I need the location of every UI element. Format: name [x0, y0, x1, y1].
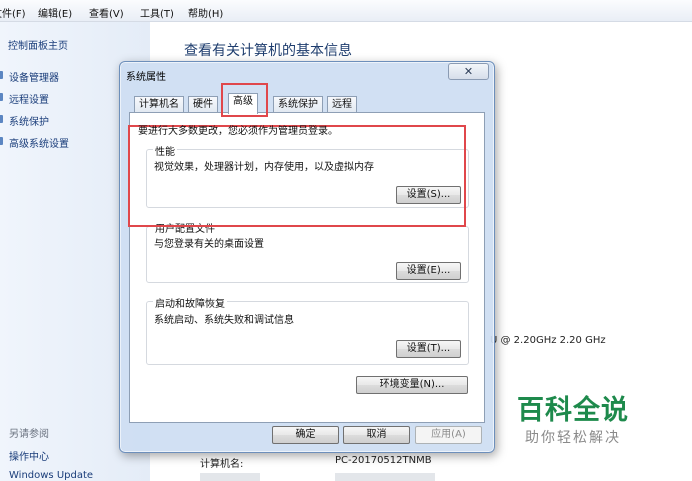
menu-tools[interactable]: 工具(T)	[140, 5, 174, 20]
startup-recovery-group: 启动和故障恢复 系统启动、系统失败和调试信息 设置(T)...	[146, 295, 469, 365]
tab-remote[interactable]: 远程	[327, 96, 357, 113]
nav-system-protection[interactable]: 系统保护	[9, 113, 49, 128]
tab-system-protection[interactable]: 系统保护	[273, 96, 323, 113]
advanced-settings-icon	[0, 137, 3, 145]
faded-row-value	[335, 473, 435, 481]
watermark-subtitle: 助你轻松解决	[525, 430, 621, 446]
page-title: 查看有关计算机的基本信息	[184, 43, 352, 59]
menu-view[interactable]: 查看(V)	[89, 5, 124, 20]
ok-button[interactable]: 确定	[272, 426, 339, 444]
startup-recovery-description: 系统启动、系统失败和调试信息	[154, 315, 294, 326]
menu-help[interactable]: 帮助(H)	[188, 5, 223, 20]
nav-windows-update[interactable]: Windows Update	[9, 470, 93, 481]
environment-variables-button[interactable]: 环境变量(N)...	[356, 376, 468, 394]
remote-settings-icon	[0, 93, 3, 101]
tab-hardware[interactable]: 硬件	[188, 96, 218, 113]
menu-bar: 文件(F) 编辑(E) 查看(V) 工具(T) 帮助(H)	[0, 0, 692, 22]
user-profiles-description: 与您登录有关的桌面设置	[154, 239, 264, 250]
apply-button[interactable]: 应用(A)	[415, 426, 482, 444]
nav-advanced-system-settings[interactable]: 高级系统设置	[9, 135, 69, 150]
nav-control-panel-home[interactable]: 控制面板主页	[8, 37, 68, 52]
device-manager-icon	[0, 71, 3, 79]
admin-note: 要进行大多数更改，您必须作为管理员登录。	[138, 126, 338, 137]
user-profiles-settings-button[interactable]: 设置(E)...	[396, 262, 461, 280]
user-profiles-legend: 用户配置文件	[153, 220, 217, 235]
see-also-heading: 另请参阅	[9, 429, 49, 440]
dialog-title: 系统属性	[126, 72, 166, 83]
user-profiles-group: 用户配置文件 与您登录有关的桌面设置 设置(E)...	[146, 220, 469, 283]
watermark-title: 百科全说	[517, 395, 629, 426]
performance-description: 视觉效果，处理器计划，内存使用，以及虚拟内存	[154, 162, 374, 173]
cancel-button[interactable]: 取消	[343, 426, 410, 444]
computer-name-value: PC-20170512TNMB	[335, 455, 432, 466]
startup-recovery-legend: 启动和故障恢复	[153, 295, 227, 310]
system-properties-dialog: 系统属性 ✕ 计算机名 硬件 高级 系统保护 远程 要进行大多数更改，您必须作为…	[119, 61, 495, 453]
menu-edit[interactable]: 编辑(E)	[38, 5, 72, 20]
nav-device-manager[interactable]: 设备管理器	[9, 69, 59, 84]
tab-advanced[interactable]: 高级	[228, 93, 258, 114]
nav-remote-settings[interactable]: 远程设置	[9, 91, 49, 106]
performance-group: 性能 视觉效果，处理器计划，内存使用，以及虚拟内存 设置(S)...	[146, 143, 469, 208]
menu-file[interactable]: 文件(F)	[0, 5, 26, 20]
close-button[interactable]: ✕	[448, 63, 489, 80]
startup-recovery-settings-button[interactable]: 设置(T)...	[396, 340, 461, 358]
nav-action-center[interactable]: 操作中心	[9, 448, 49, 463]
close-icon: ✕	[463, 65, 474, 78]
performance-legend: 性能	[153, 143, 177, 158]
system-protection-icon	[0, 115, 3, 123]
computer-name-label: 计算机名:	[200, 459, 244, 470]
cpu-info-text: U @ 2.20GHz 2.20 GHz	[490, 335, 606, 346]
tab-computer-name[interactable]: 计算机名	[134, 96, 184, 113]
performance-settings-button[interactable]: 设置(S)...	[396, 186, 461, 204]
faded-row-label	[200, 473, 260, 481]
